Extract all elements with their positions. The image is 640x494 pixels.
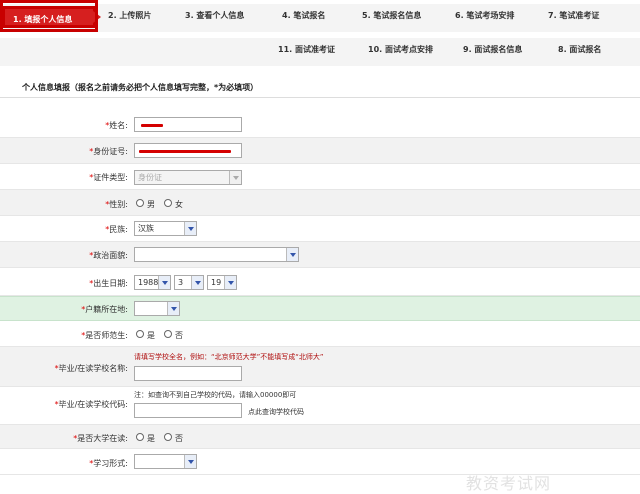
college-status-label: *是否大学在读: xyxy=(73,434,128,443)
step-upload-photo[interactable]: 2. 上传照片 xyxy=(108,10,151,21)
row-gender: *性别: 男 女 xyxy=(0,190,640,216)
gender-male-text: 男 xyxy=(147,200,155,209)
chevron-down-icon xyxy=(184,455,196,468)
study-form-select[interactable] xyxy=(134,454,197,469)
step-interview-registration[interactable]: 8. 面试报名 xyxy=(558,44,601,55)
step-written-exam-registration[interactable]: 4. 笔试报名 xyxy=(282,10,325,21)
school-name-hint: 请填写学校全名，例如：“北京师范大学”不能填写成“北师大” xyxy=(134,353,324,361)
divider xyxy=(0,97,640,98)
highlight-frame xyxy=(0,0,98,32)
hukou-select[interactable] xyxy=(134,301,180,316)
political-select[interactable] xyxy=(134,247,299,262)
id-number-label: *身份证号: xyxy=(89,147,128,156)
school-code-label: *毕业/在读学校代码: xyxy=(54,400,128,409)
normal-yes-radio[interactable] xyxy=(136,330,144,338)
row-name: *姓名: xyxy=(0,112,640,138)
chevron-down-icon xyxy=(191,276,203,289)
step-nav-row-2: 11. 面试准考证 10. 面试考点安排 9. 面试报名信息 8. 面试报名 xyxy=(0,38,640,66)
birth-year-select[interactable]: 1988 xyxy=(134,275,171,290)
step-written-exam-info[interactable]: 5. 笔试报名信息 xyxy=(362,10,421,21)
step-interview-info[interactable]: 9. 面试报名信息 xyxy=(463,44,522,55)
section-title: 个人信息填报（报名之前请务必把个人信息填写完整，*为必填项） xyxy=(22,83,259,92)
step-interview-site[interactable]: 10. 面试考点安排 xyxy=(368,44,433,55)
chevron-down-icon xyxy=(158,276,170,289)
row-school-name: *毕业/在读学校名称: 请填写学校全名，例如：“北京师范大学”不能填写成“北师大… xyxy=(0,347,640,387)
hukou-label: *户籍所在地: xyxy=(81,305,128,314)
chevron-down-icon xyxy=(167,302,179,315)
row-normal-student: *是否师范生: 是 否 xyxy=(0,321,640,347)
ethnic-select[interactable]: 汉族 xyxy=(134,221,197,236)
id-number-input[interactable] xyxy=(134,143,242,158)
political-label: *政治面貌: xyxy=(89,251,128,260)
id-type-select[interactable]: 身份证 xyxy=(134,170,242,185)
college-yes-text: 是 xyxy=(147,434,155,443)
row-id-type: *证件类型: 身份证 xyxy=(0,164,640,190)
school-code-input[interactable] xyxy=(134,403,242,418)
row-school-code: *毕业/在读学校代码: 注：如查询不到自己学校的代码，请输入00000即可 点此… xyxy=(0,387,640,425)
normal-student-label: *是否师范生: xyxy=(81,331,128,340)
gender-female-radio[interactable] xyxy=(164,199,172,207)
birth-date-label: *出生日期: xyxy=(89,279,128,288)
school-name-input[interactable] xyxy=(134,366,242,381)
row-college-status: *是否大学在读: 是 否 xyxy=(0,425,640,449)
gender-female-text: 女 xyxy=(175,200,183,209)
normal-no-radio[interactable] xyxy=(164,330,172,338)
chevron-down-icon xyxy=(224,276,236,289)
step-interview-admission[interactable]: 11. 面试准考证 xyxy=(278,44,335,55)
id-type-label: *证件类型: xyxy=(89,173,128,182)
college-yes-radio[interactable] xyxy=(136,433,144,441)
step-written-exam-admission[interactable]: 7. 笔试准考证 xyxy=(548,10,599,21)
college-no-radio[interactable] xyxy=(164,433,172,441)
study-form-label: *学习形式: xyxy=(89,459,128,468)
row-hukou: *户籍所在地: xyxy=(0,296,640,321)
name-label: *姓名: xyxy=(105,121,128,130)
step-written-exam-room[interactable]: 6. 笔试考场安排 xyxy=(455,10,514,21)
gender-male-radio[interactable] xyxy=(136,199,144,207)
row-ethnic: *民族: 汉族 xyxy=(0,216,640,242)
redacted-mark xyxy=(141,124,163,127)
normal-no-text: 否 xyxy=(175,331,183,340)
redacted-mark xyxy=(139,150,231,153)
birth-month-select[interactable]: 3 xyxy=(174,275,204,290)
gender-label: *性别: xyxy=(105,200,128,209)
school-name-label: *毕业/在读学校名称: xyxy=(54,364,128,373)
birth-day-select[interactable]: 19 xyxy=(207,275,237,290)
chevron-down-icon xyxy=(229,171,241,184)
row-id-number: *身份证号: xyxy=(0,138,640,164)
school-code-lookup-link[interactable]: 点此查询学校代码 xyxy=(248,407,304,417)
college-no-text: 否 xyxy=(175,434,183,443)
name-input[interactable] xyxy=(134,117,242,132)
row-political: *政治面貌: xyxy=(0,242,640,268)
step-view-personal-info[interactable]: 3. 查看个人信息 xyxy=(185,10,244,21)
row-birth-date: *出生日期: 1988 3 19 xyxy=(0,268,640,296)
school-code-note: 注：如查询不到自己学校的代码，请输入00000即可 xyxy=(134,391,297,399)
ethnic-label: *民族: xyxy=(105,225,128,234)
chevron-down-icon xyxy=(286,248,298,261)
chevron-down-icon xyxy=(184,222,196,235)
normal-yes-text: 是 xyxy=(147,331,155,340)
watermark: 教资考试网 xyxy=(466,474,552,493)
